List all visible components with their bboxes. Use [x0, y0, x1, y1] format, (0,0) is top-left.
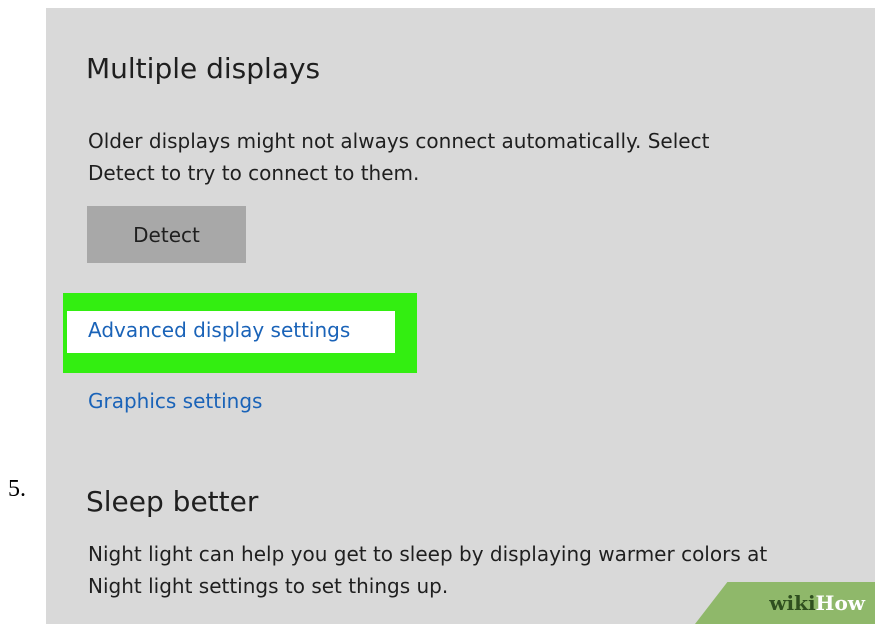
sleep-better-heading: Sleep better [86, 485, 259, 518]
detect-button[interactable]: Detect [87, 206, 246, 263]
watermark-how: How [815, 591, 865, 615]
advanced-display-settings-link[interactable]: Advanced display settings [88, 318, 350, 342]
watermark-wiki: wiki [769, 591, 816, 615]
sleep-description-line-1: Night light can help you get to sleep by… [88, 542, 768, 566]
sleep-description-line-2: Night light settings to set things up. [88, 574, 449, 598]
step-number: 5. [8, 476, 26, 502]
multiple-displays-heading: Multiple displays [86, 52, 321, 85]
graphics-settings-link[interactable]: Graphics settings [88, 389, 262, 413]
multiple-displays-description: Older displays might not always connect … [88, 125, 709, 189]
description-line-2: Detect to try to connect to them. [88, 161, 420, 185]
settings-panel: Multiple displays Older displays might n… [46, 8, 875, 624]
description-line-1: Older displays might not always connect … [88, 129, 710, 153]
sleep-better-description: Night light can help you get to sleep by… [88, 538, 767, 602]
